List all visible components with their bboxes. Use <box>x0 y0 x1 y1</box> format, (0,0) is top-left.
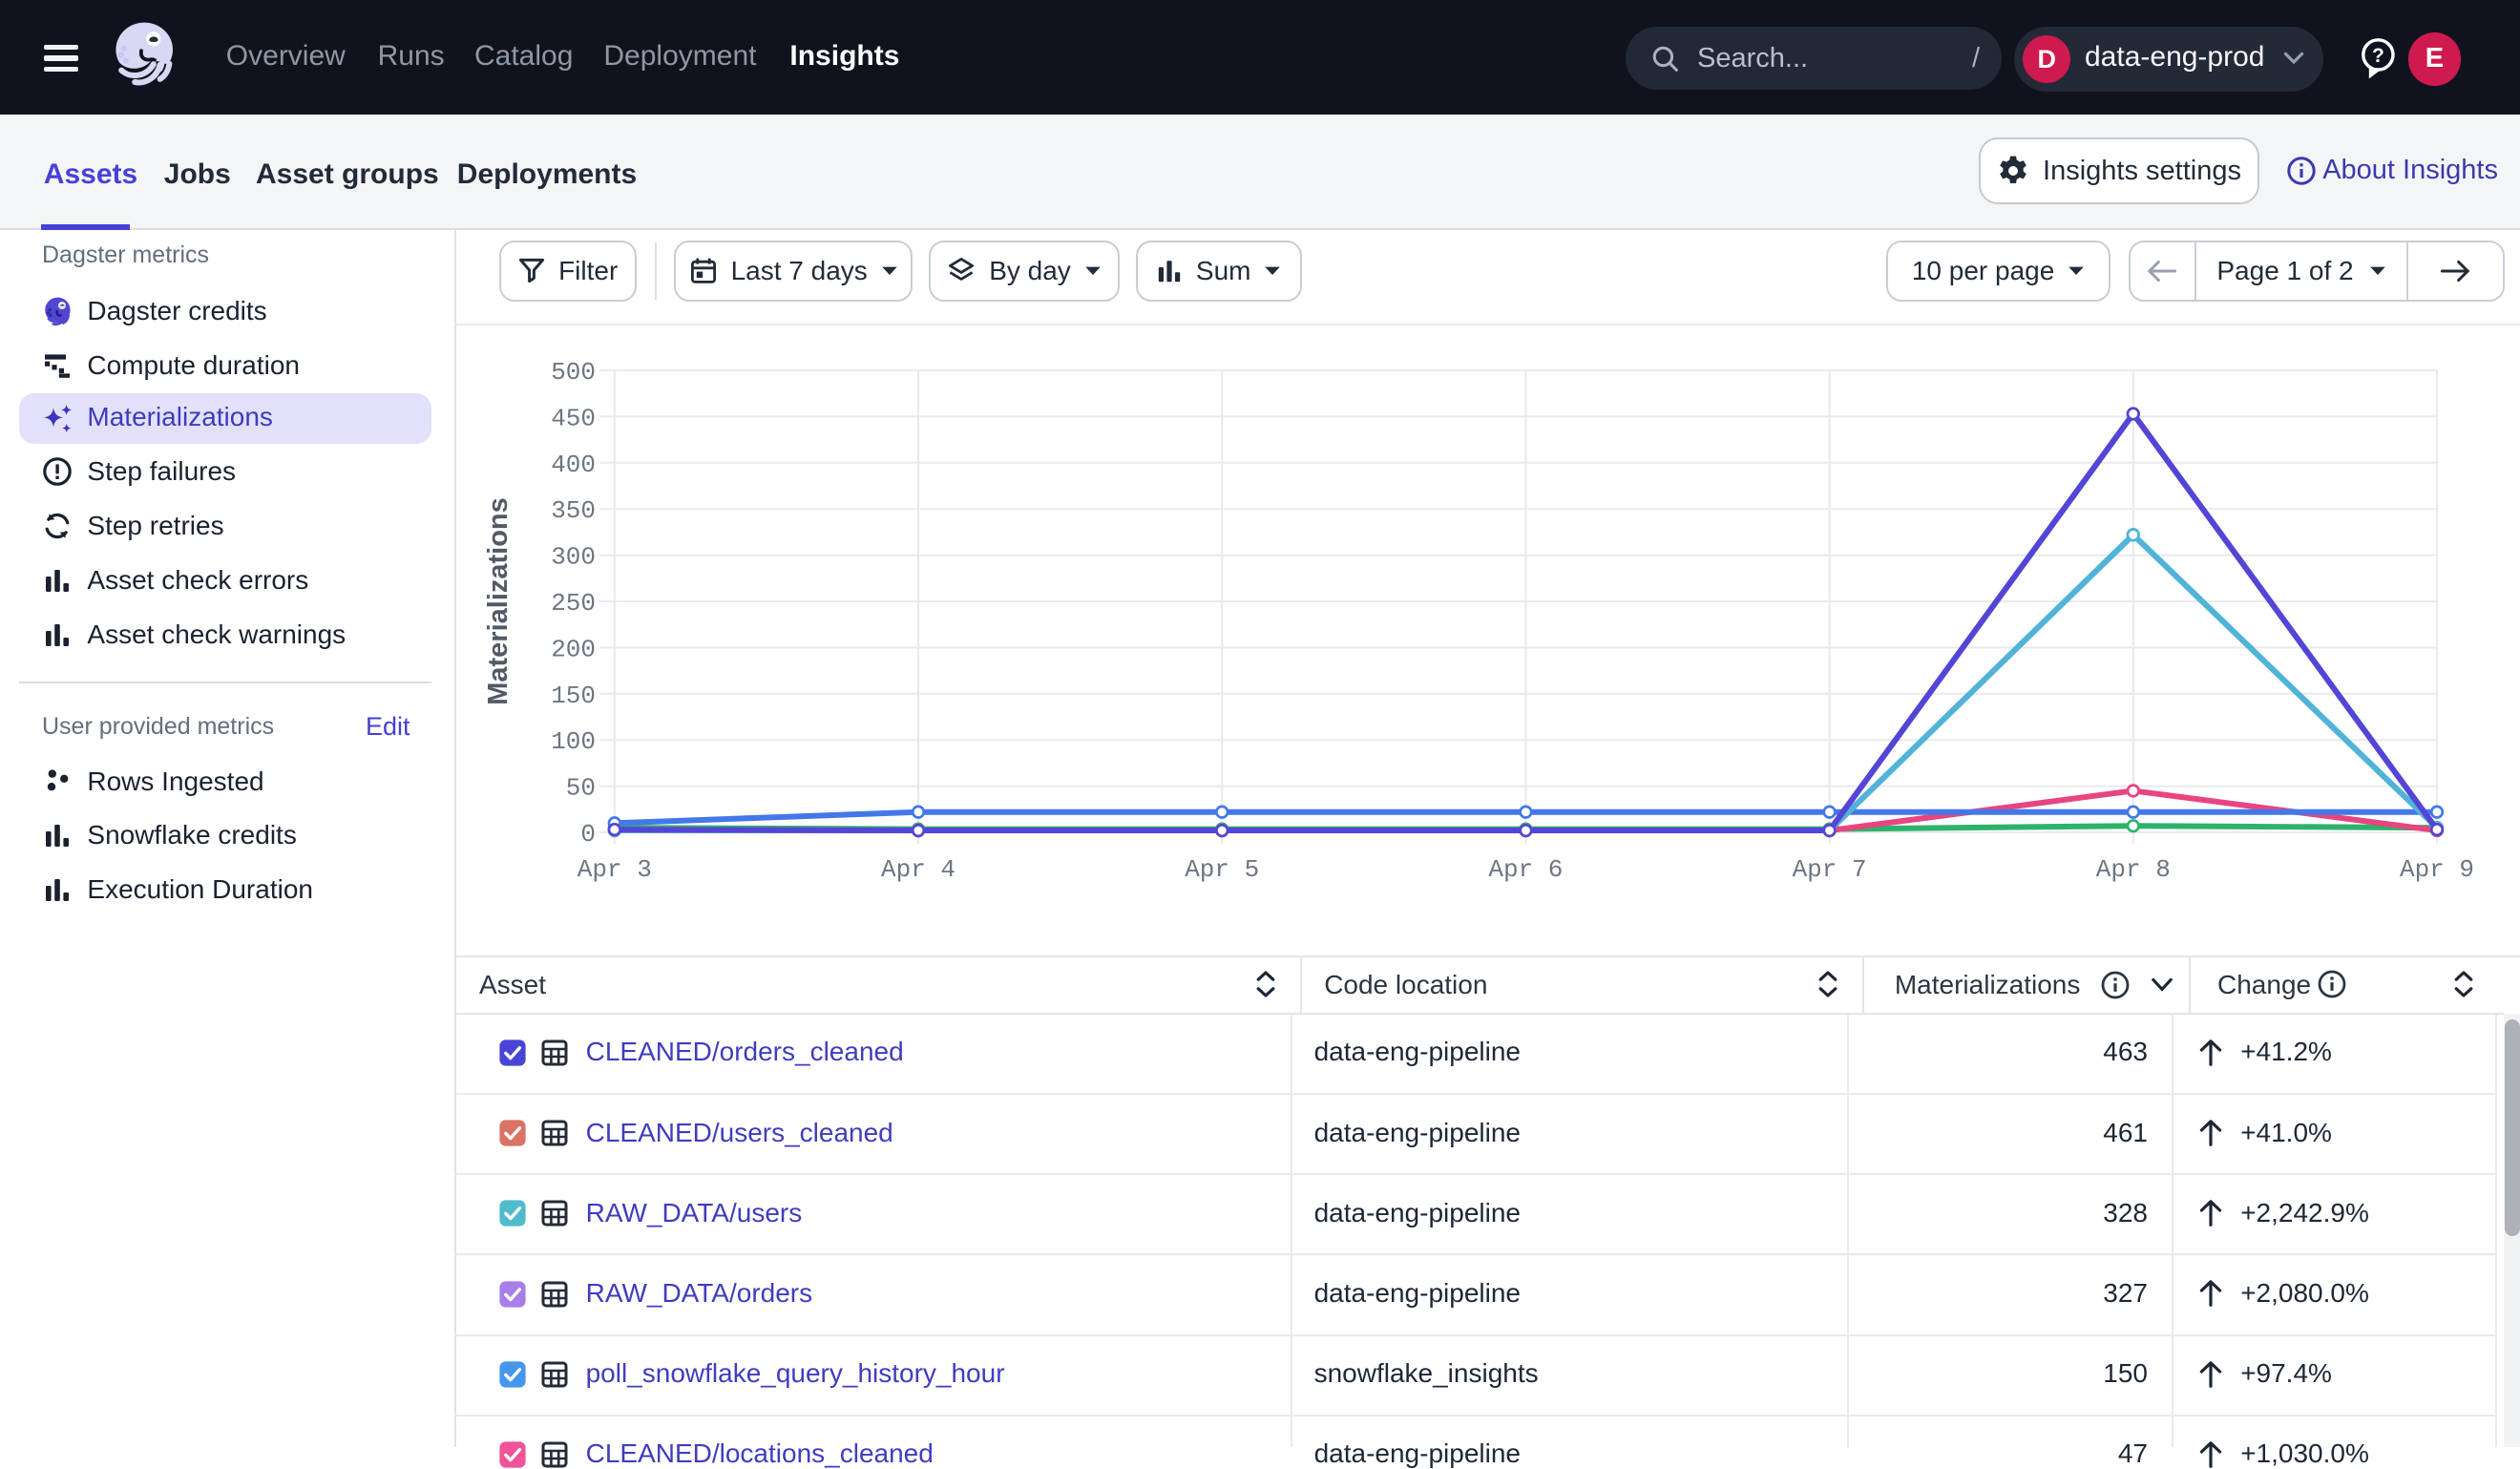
svg-text:Apr 9: Apr 9 <box>2400 855 2474 884</box>
svg-text:300: 300 <box>551 543 596 572</box>
svg-text:Apr 8: Apr 8 <box>2096 855 2171 884</box>
svg-text:Apr 6: Apr 6 <box>1488 855 1563 884</box>
svg-text:250: 250 <box>551 589 596 618</box>
svg-text:0: 0 <box>580 820 596 849</box>
svg-text:Materializations: Materializations <box>483 497 514 705</box>
svg-text:50: 50 <box>566 774 596 803</box>
svg-text:Apr 7: Apr 7 <box>1793 855 1867 884</box>
svg-text:450: 450 <box>551 404 596 432</box>
svg-text:Apr 3: Apr 3 <box>578 855 652 884</box>
svg-text:400: 400 <box>551 451 596 479</box>
svg-text:Apr 5: Apr 5 <box>1185 855 1259 884</box>
svg-text:500: 500 <box>551 358 596 387</box>
svg-text:?: ? <box>2372 45 2384 67</box>
svg-text:Apr 4: Apr 4 <box>881 855 956 884</box>
svg-text:200: 200 <box>551 635 596 663</box>
svg-text:100: 100 <box>551 727 596 756</box>
svg-text:350: 350 <box>551 496 596 525</box>
svg-text:150: 150 <box>551 682 596 710</box>
